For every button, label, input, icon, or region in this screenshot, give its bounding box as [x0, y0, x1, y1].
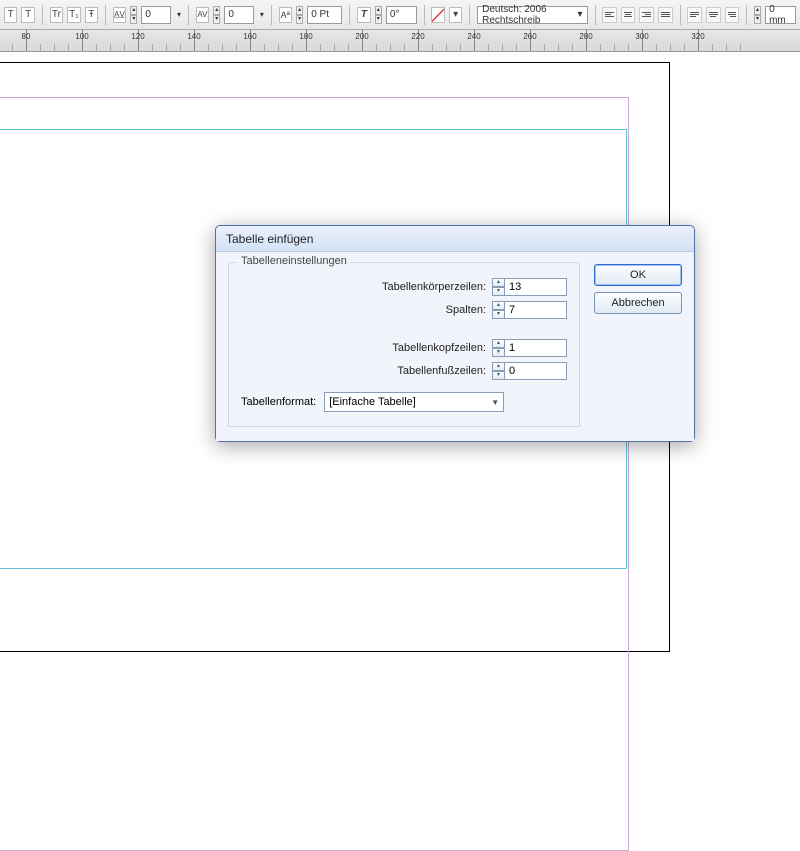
- ruler-label: 240: [467, 32, 480, 41]
- align-justify-icon[interactable]: [658, 7, 673, 23]
- separator: [595, 5, 596, 25]
- columns-label: Spalten:: [446, 304, 486, 316]
- separator: [271, 5, 272, 25]
- columns-input[interactable]: ▴▾: [492, 301, 567, 319]
- control-panel: T T Tr T₁ Ŧ A̲V̲ ▴▾ 0 ▾ AV ▴▾ 0 ▾ Aª ▴▾ …: [0, 0, 800, 30]
- mm-spinner[interactable]: ▴▾: [754, 6, 761, 24]
- body-rows-input[interactable]: ▴▾: [492, 278, 567, 296]
- language-select[interactable]: Deutsch: 2006 Rechtschreib ▾: [477, 6, 587, 24]
- baseline-icon: Aª: [279, 7, 292, 23]
- skew-spinner[interactable]: ▴▾: [375, 6, 382, 24]
- ruler-label: 220: [411, 32, 424, 41]
- skew-value[interactable]: 0°: [386, 6, 417, 24]
- fill-dropdown-icon[interactable]: ▾: [449, 7, 462, 23]
- tracking-icon: AV: [196, 7, 209, 23]
- separator: [746, 5, 747, 25]
- caps-icon[interactable]: Tr: [50, 7, 63, 23]
- skew-icon: T: [357, 7, 370, 23]
- kern-spinner[interactable]: ▴▾: [130, 6, 137, 24]
- cancel-button[interactable]: Abbrechen: [594, 292, 682, 314]
- header-rows-label: Tabellenkopfzeilen:: [392, 342, 486, 354]
- separator: [469, 5, 470, 25]
- align-justify-right-icon[interactable]: [725, 7, 740, 23]
- ruler-label: 80: [22, 32, 31, 41]
- align-justify-left-icon[interactable]: [687, 7, 702, 23]
- ruler-label: 160: [243, 32, 256, 41]
- separator: [349, 5, 350, 25]
- align-justify-center-icon[interactable]: [706, 7, 721, 23]
- ruler-label: 300: [635, 32, 648, 41]
- ok-button[interactable]: OK: [594, 264, 682, 286]
- dialog-title: Tabelle einfügen: [216, 226, 694, 252]
- smallcaps-icon[interactable]: T₁: [67, 7, 80, 23]
- dropdown-arrow-icon: ▼: [491, 398, 499, 407]
- insert-table-dialog: Tabelle einfügen Tabelleneinstellungen T…: [215, 225, 695, 442]
- baseline-value[interactable]: 0 Pt: [307, 6, 342, 24]
- horizontal-ruler[interactable]: 6080100120140160180200220240260280300320: [0, 30, 800, 52]
- ruler-label: 180: [299, 32, 312, 41]
- table-format-select[interactable]: [Einfache Tabelle] ▼: [324, 392, 504, 412]
- fieldset-legend: Tabelleneinstellungen: [237, 255, 351, 267]
- header-rows-field[interactable]: [505, 339, 567, 357]
- track-spinner[interactable]: ▴▾: [213, 6, 220, 24]
- char-format-icon-2[interactable]: T: [21, 7, 34, 23]
- body-rows-label: Tabellenkörperzeilen:: [382, 281, 486, 293]
- ruler-label: 140: [187, 32, 200, 41]
- ruler-label: 260: [523, 32, 536, 41]
- header-rows-input[interactable]: ▴▾: [492, 339, 567, 357]
- separator: [188, 5, 189, 25]
- ruler-label: 200: [355, 32, 368, 41]
- spinner-icon[interactable]: ▴▾: [492, 278, 505, 296]
- spinner-icon[interactable]: ▴▾: [492, 362, 505, 380]
- table-settings-group: Tabelleneinstellungen Tabellenkörperzeil…: [228, 262, 580, 427]
- kern-value[interactable]: 0: [141, 6, 171, 24]
- body-rows-field[interactable]: [505, 278, 567, 296]
- fill-swatch[interactable]: [431, 7, 444, 23]
- language-label: Deutsch: 2006 Rechtschreib: [482, 4, 577, 26]
- align-center-icon[interactable]: [621, 7, 636, 23]
- baseline-spinner[interactable]: ▴▾: [296, 6, 303, 24]
- footer-rows-label: Tabellenfußzeilen:: [397, 365, 486, 377]
- track-value[interactable]: 0: [224, 6, 254, 24]
- kerning-icon: A̲V̲: [113, 7, 126, 23]
- char-format-icon-1[interactable]: T: [4, 7, 17, 23]
- ruler-label: 320: [691, 32, 704, 41]
- footer-rows-input[interactable]: ▴▾: [492, 362, 567, 380]
- footer-rows-field[interactable]: [505, 362, 567, 380]
- ruler-label: 280: [579, 32, 592, 41]
- dropdown-arrow-icon: ▾: [577, 9, 582, 20]
- ruler-label: 100: [75, 32, 88, 41]
- ruler-label: 120: [131, 32, 144, 41]
- columns-field[interactable]: [505, 301, 567, 319]
- mm-value[interactable]: 0 mm: [765, 6, 796, 24]
- separator: [105, 5, 106, 25]
- spinner-icon[interactable]: ▴▾: [492, 339, 505, 357]
- spinner-icon[interactable]: ▴▾: [492, 301, 505, 319]
- table-format-label: Tabellenformat:: [241, 396, 316, 408]
- strike-icon[interactable]: Ŧ: [85, 7, 98, 23]
- separator: [424, 5, 425, 25]
- table-format-value: [Einfache Tabelle]: [329, 396, 416, 408]
- align-left-icon[interactable]: [602, 7, 617, 23]
- align-right-icon[interactable]: [639, 7, 654, 23]
- separator: [42, 5, 43, 25]
- separator: [680, 5, 681, 25]
